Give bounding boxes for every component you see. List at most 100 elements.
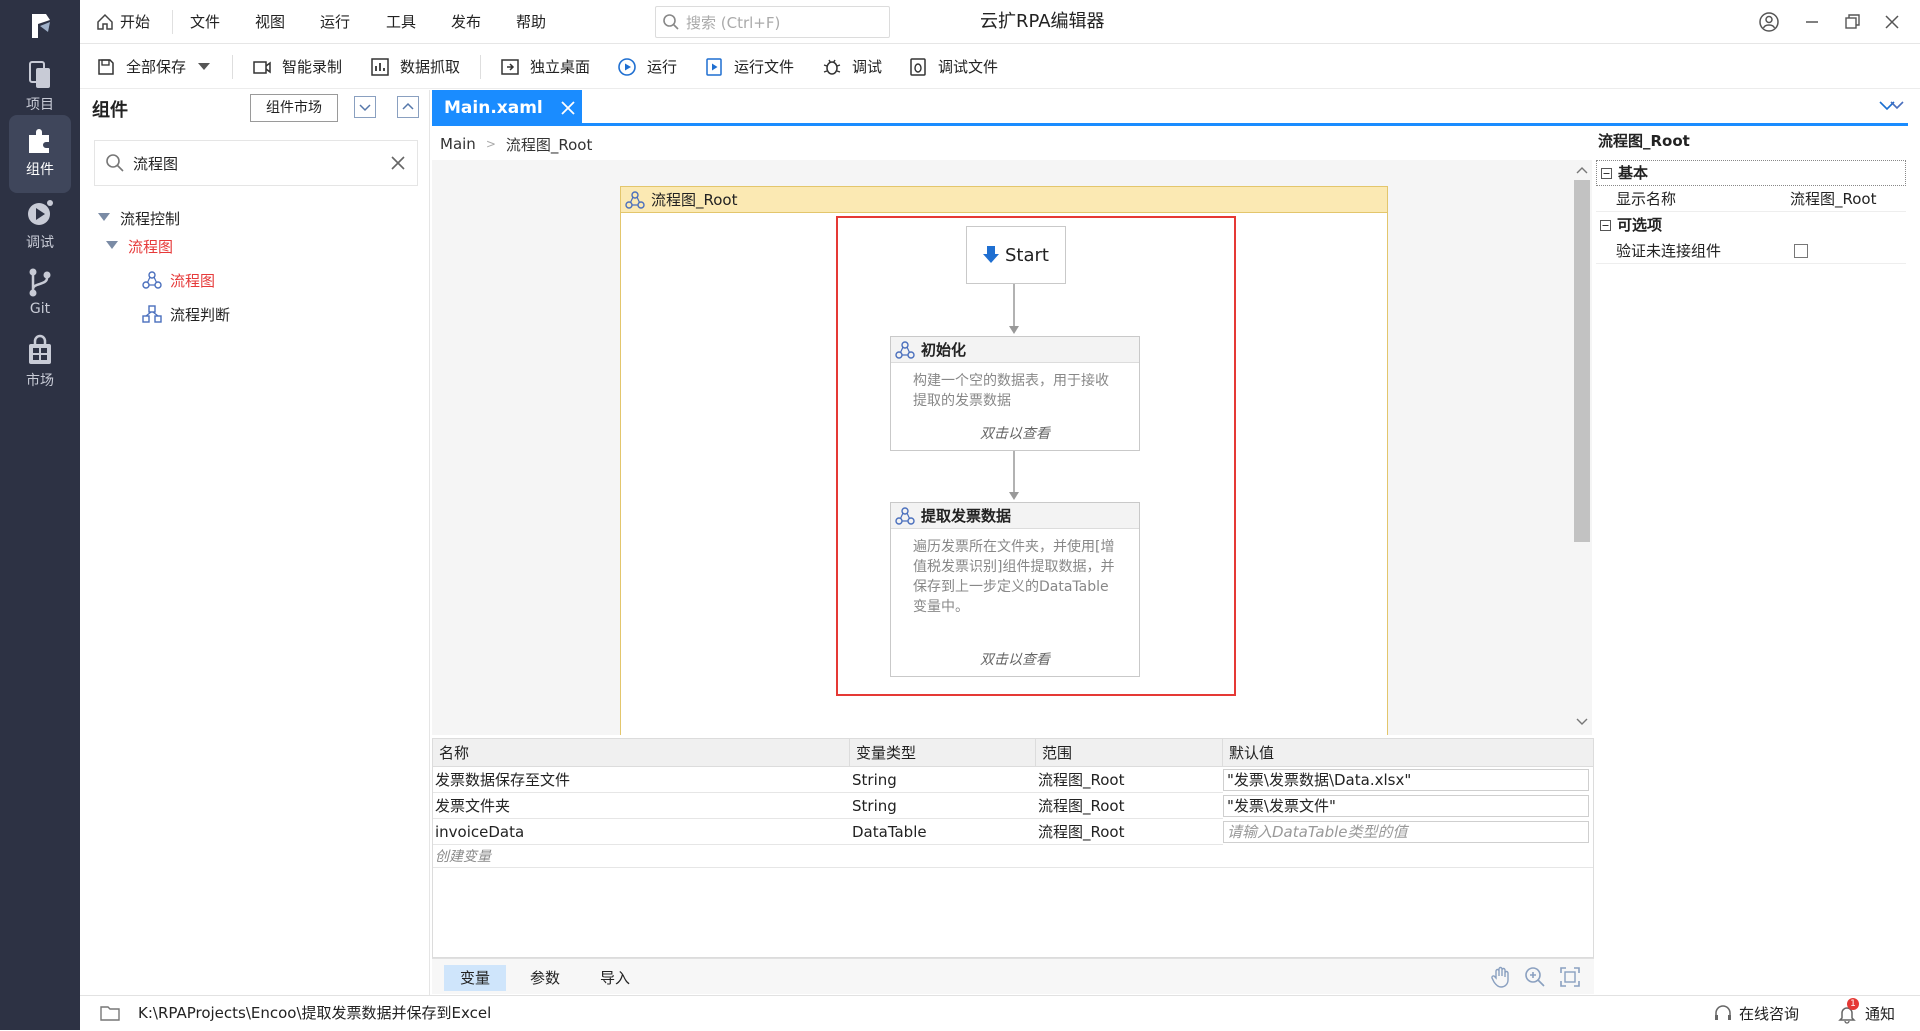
menu-tools[interactable]: 工具 bbox=[386, 0, 416, 44]
run-button[interactable]: 运行 bbox=[617, 45, 677, 89]
run-file-icon bbox=[704, 57, 734, 77]
save-all-button[interactable]: 全部保存 bbox=[96, 45, 220, 89]
run-label: 运行 bbox=[647, 58, 678, 76]
menu-run[interactable]: 运行 bbox=[320, 0, 350, 44]
tab-main-xaml[interactable]: Main.xaml bbox=[432, 90, 582, 126]
components-title: 组件 bbox=[92, 100, 128, 121]
menu-publish[interactable]: 发布 bbox=[451, 0, 481, 44]
online-consult-button[interactable]: 在线咨询 bbox=[1713, 996, 1799, 1031]
close-window-icon[interactable] bbox=[1878, 8, 1906, 36]
canvas-scrollbar[interactable] bbox=[1572, 160, 1592, 735]
table-row[interactable]: invoiceData DataTable 流程图_Root 请输入DataTa… bbox=[433, 820, 1593, 846]
section-optional[interactable]: 可选项 bbox=[1596, 212, 1906, 238]
tab-imports[interactable]: 导入 bbox=[584, 965, 646, 991]
validate-checkbox[interactable] bbox=[1794, 244, 1808, 258]
breadcrumb-item-main[interactable]: Main bbox=[440, 135, 476, 153]
col-header-type[interactable]: 变量类型 bbox=[850, 739, 1036, 767]
rail-item-components[interactable]: 组件 bbox=[9, 115, 71, 193]
debug-file-label: 调试文件 bbox=[938, 58, 999, 76]
table-row[interactable]: 发票文件夹 String 流程图_Root "发票\发票文件" bbox=[433, 794, 1593, 820]
standalone-desktop-button[interactable]: 独立桌面 bbox=[500, 45, 590, 89]
debug-file-button[interactable]: 调试文件 bbox=[908, 45, 998, 89]
data-capture-button[interactable]: 数据抓取 bbox=[370, 45, 460, 89]
notify-button[interactable]: 1 通知 bbox=[1837, 996, 1895, 1031]
property-validate-unconnected[interactable]: 验证未连接组件 bbox=[1596, 238, 1906, 264]
var-default-input[interactable]: 请输入DataTable类型的值 bbox=[1223, 821, 1589, 843]
breadcrumb-item-root[interactable]: 流程图_Root bbox=[506, 134, 593, 155]
var-name[interactable]: invoiceData bbox=[433, 820, 850, 845]
menu-home[interactable]: 开始 bbox=[96, 0, 150, 44]
section-basic[interactable]: 基本 bbox=[1596, 160, 1906, 186]
tab-arguments[interactable]: 参数 bbox=[514, 965, 576, 991]
menu-home-label: 开始 bbox=[120, 13, 151, 31]
create-variable-row[interactable]: 创建变量 bbox=[433, 846, 1593, 868]
search-placeholder: 搜索 (Ctrl+F) bbox=[686, 13, 781, 32]
run-file-button[interactable]: 运行文件 bbox=[704, 45, 794, 89]
debug-file-icon bbox=[908, 57, 938, 77]
user-account-icon[interactable] bbox=[1755, 8, 1783, 36]
debug-button[interactable]: 调试 bbox=[822, 45, 882, 89]
col-header-scope[interactable]: 范围 bbox=[1036, 739, 1223, 767]
var-scope[interactable]: 流程图_Root bbox=[1036, 768, 1223, 793]
menu-help[interactable]: 帮助 bbox=[516, 0, 546, 44]
project-path: K:\RPAProjects\Encoo\提取发票数据并保存到Excel bbox=[138, 1004, 492, 1022]
rail-item-market[interactable]: 市场 bbox=[0, 324, 80, 402]
property-value[interactable]: 流程图_Root bbox=[1790, 186, 1877, 212]
col-header-default[interactable]: 默认值 bbox=[1223, 739, 1593, 767]
collapse-box-icon[interactable] bbox=[1600, 219, 1611, 231]
panel-menu-chevron-icon[interactable] bbox=[1888, 96, 1906, 114]
property-label: 显示名称 bbox=[1616, 190, 1677, 208]
save-all-label: 全部保存 bbox=[126, 58, 187, 76]
run-icon bbox=[617, 57, 647, 77]
tree-item-flow-decision[interactable]: 流程判断 bbox=[142, 300, 230, 328]
breadcrumb: Main > 流程图_Root bbox=[432, 130, 1582, 158]
flow-decision-icon bbox=[142, 304, 162, 324]
scroll-down-icon[interactable] bbox=[1576, 718, 1588, 726]
minimize-icon[interactable] bbox=[1798, 8, 1826, 36]
toolbar: 全部保存 智能录制 数据抓取 独立桌面 运行 运行文件 调试 调试文件 bbox=[80, 45, 1920, 89]
standalone-desktop-label: 独立桌面 bbox=[530, 58, 591, 76]
var-type[interactable]: DataTable bbox=[850, 820, 1036, 845]
collapse-all-button[interactable] bbox=[354, 96, 376, 118]
scroll-up-icon[interactable] bbox=[1576, 166, 1588, 174]
tree-item-flow-control[interactable]: 流程控制 bbox=[98, 204, 180, 232]
tree-item-flowchart-group[interactable]: 流程图 bbox=[106, 232, 173, 260]
expand-all-button[interactable] bbox=[397, 96, 419, 118]
collapse-box-icon[interactable] bbox=[1601, 167, 1612, 179]
zoom-in-icon[interactable] bbox=[1523, 965, 1547, 989]
property-display-name[interactable]: 显示名称 流程图_Root bbox=[1596, 186, 1906, 212]
app-title: 云扩RPA编辑器 bbox=[980, 11, 1105, 32]
search-input[interactable]: 搜索 (Ctrl+F) bbox=[655, 6, 890, 38]
var-default-input[interactable]: "发票\发票文件" bbox=[1223, 795, 1589, 817]
store-icon bbox=[23, 334, 57, 368]
menu-view[interactable]: 视图 bbox=[255, 0, 285, 44]
var-scope[interactable]: 流程图_Root bbox=[1036, 820, 1223, 845]
hand-pan-icon[interactable] bbox=[1489, 965, 1513, 989]
menu-file[interactable]: 文件 bbox=[190, 0, 220, 44]
tree-item-flowchart[interactable]: 流程图 bbox=[142, 266, 215, 294]
chevron-down-icon[interactable] bbox=[198, 63, 220, 71]
var-default-input[interactable]: "发票\发票数据\Data.xlsx" bbox=[1223, 769, 1589, 791]
scroll-thumb[interactable] bbox=[1574, 180, 1590, 542]
property-label: 验证未连接组件 bbox=[1616, 242, 1722, 260]
var-scope[interactable]: 流程图_Root bbox=[1036, 794, 1223, 819]
rail-item-git[interactable]: Git bbox=[0, 255, 80, 333]
var-type[interactable]: String bbox=[850, 768, 1036, 793]
var-name[interactable]: 发票文件夹 bbox=[433, 794, 850, 819]
fit-to-screen-icon[interactable] bbox=[1558, 965, 1582, 989]
rail-item-label: 项目 bbox=[26, 97, 54, 113]
caret-down-icon bbox=[98, 213, 110, 223]
close-tab-icon[interactable] bbox=[561, 101, 575, 115]
component-market-button[interactable]: 组件市场 bbox=[250, 94, 338, 122]
clear-search-icon[interactable] bbox=[391, 156, 405, 170]
var-type[interactable]: String bbox=[850, 794, 1036, 819]
smart-record-button[interactable]: 智能录制 bbox=[252, 45, 342, 89]
col-header-name[interactable]: 名称 bbox=[433, 739, 850, 767]
restore-icon[interactable] bbox=[1838, 8, 1866, 36]
component-search-input[interactable]: 流程图 bbox=[94, 140, 418, 186]
var-name[interactable]: 发票数据保存至文件 bbox=[433, 768, 850, 793]
tab-variables[interactable]: 变量 bbox=[444, 965, 507, 991]
rail-item-debug[interactable]: 调试 bbox=[0, 186, 80, 264]
table-row[interactable]: 发票数据保存至文件 String 流程图_Root "发票\发票数据\Data.… bbox=[433, 768, 1593, 794]
git-branch-icon bbox=[23, 265, 57, 299]
